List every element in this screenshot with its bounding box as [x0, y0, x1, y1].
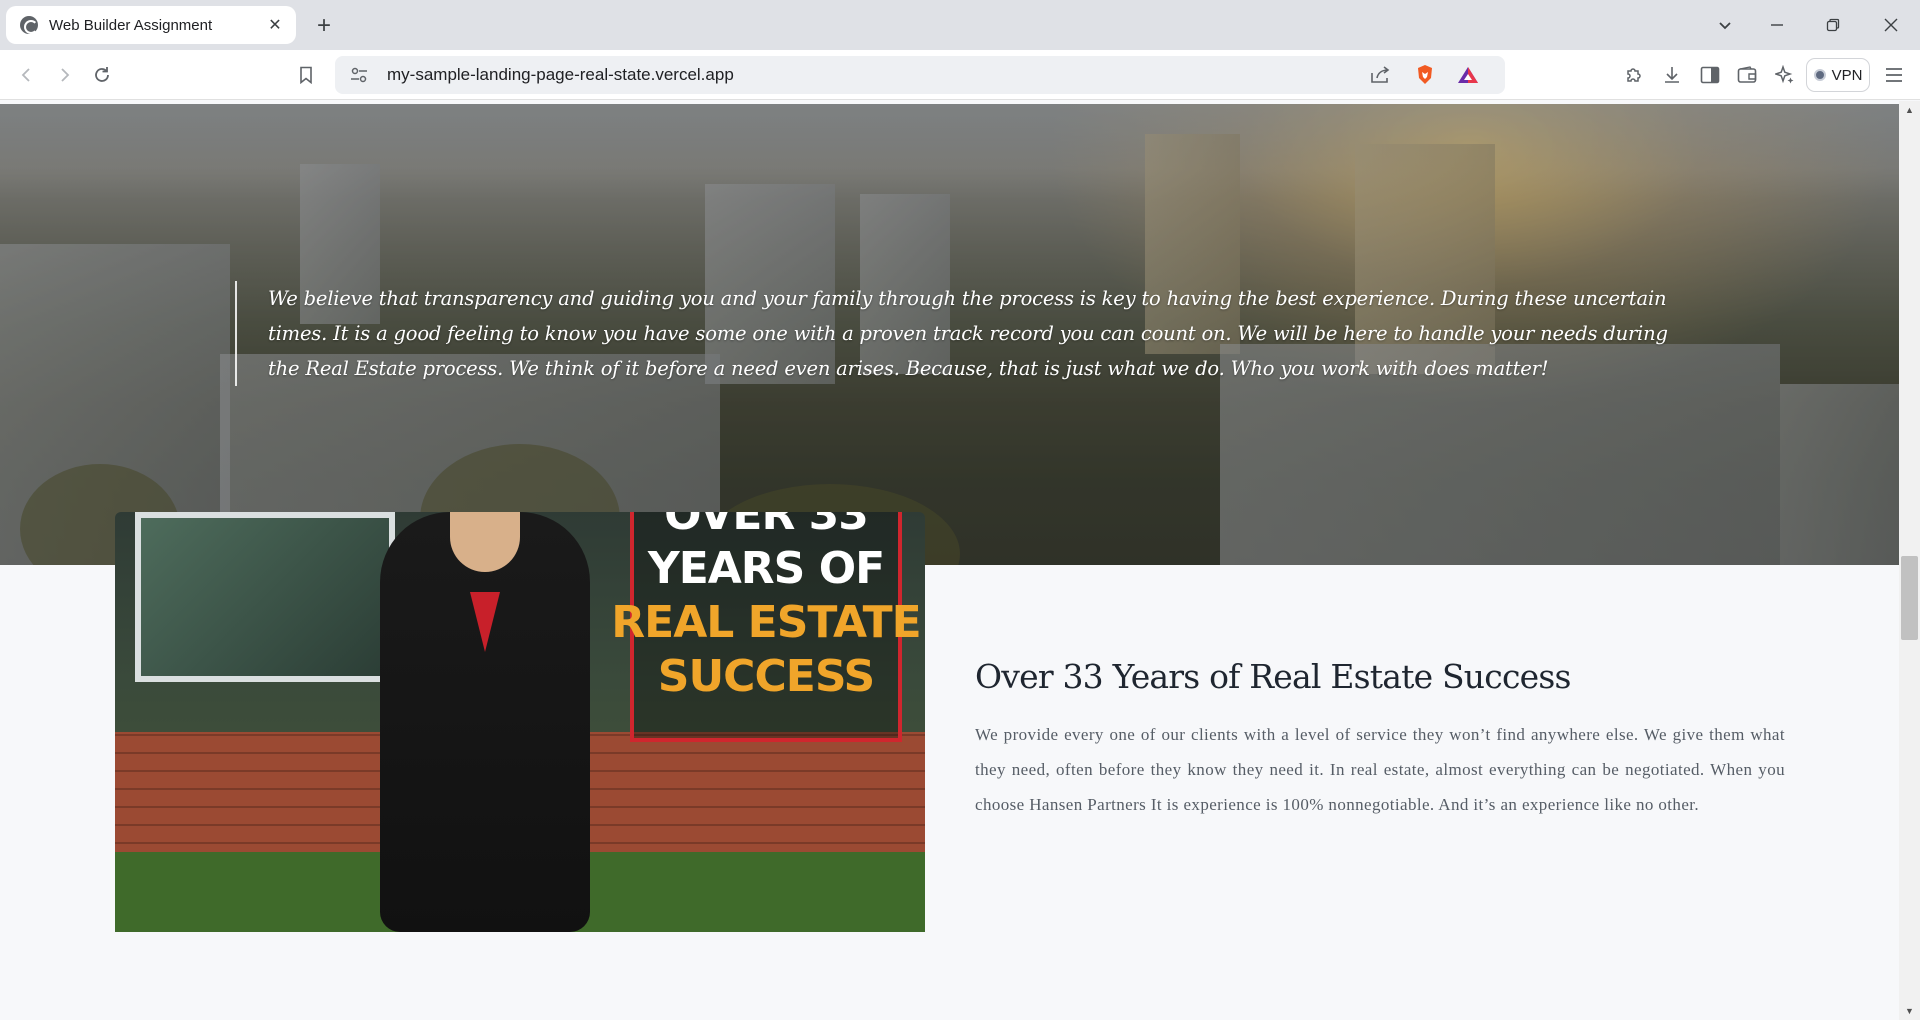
back-arrow-icon — [21, 68, 30, 82]
tab-strip: Web Builder Assignment ✕ + — [0, 0, 1920, 50]
sign-line-2: YEARS OF — [647, 543, 885, 594]
globe-icon — [20, 16, 38, 34]
sidebar-icon — [1700, 66, 1720, 84]
bookmark-icon — [300, 66, 312, 84]
scroll-up-icon[interactable]: ▲ — [1899, 101, 1920, 119]
tab-close-icon[interactable]: ✕ — [264, 14, 286, 36]
vpn-button[interactable]: VPN — [1806, 58, 1870, 92]
sign-line-3: REAL ESTATE — [611, 597, 921, 648]
close-window-button[interactable] — [1866, 0, 1916, 50]
download-icon — [1665, 67, 1679, 83]
site-settings-icon[interactable] — [349, 65, 369, 85]
sign-line-4: SUCCESS — [657, 651, 875, 702]
vpn-status-icon — [1813, 69, 1826, 81]
page-scrollbar[interactable]: ▲ ▼ — [1899, 101, 1920, 1020]
url-text[interactable]: my-sample-landing-page-real-state.vercel… — [387, 65, 1505, 85]
reload-button[interactable] — [88, 61, 116, 89]
hero-quote-text: We believe that transparency and guiding… — [268, 287, 1668, 380]
hero-blockquote: We believe that transparency and guiding… — [235, 281, 1675, 386]
years-sign: OVER 33 YEARS OF REAL ESTATE SUCCESS — [611, 512, 922, 742]
chevron-down-icon — [1719, 22, 1731, 30]
reload-icon — [95, 67, 109, 82]
close-icon — [1884, 18, 1898, 32]
page-viewport: We believe that transparency and guiding… — [0, 101, 1899, 1020]
agent-figure — [380, 512, 590, 932]
wallet-icon — [1737, 66, 1757, 83]
feature-heading: Over 33 Years of Real Estate Success — [975, 657, 1571, 696]
scrollbar-thumb[interactable] — [1901, 556, 1918, 640]
hamburger-icon — [1886, 68, 1902, 82]
downloads-button[interactable] — [1658, 61, 1686, 89]
tab-search-button[interactable] — [1700, 0, 1750, 50]
vpn-label: VPN — [1831, 66, 1863, 84]
browser-toolbar: my-sample-landing-page-real-state.vercel… — [0, 50, 1920, 100]
browser-tab[interactable]: Web Builder Assignment ✕ — [6, 6, 296, 44]
brave-rewards-icon[interactable] — [1453, 60, 1483, 90]
office-window — [135, 512, 395, 682]
sign-line-1: OVER 33 — [664, 512, 869, 540]
restore-button[interactable] — [1808, 0, 1858, 50]
share-icon[interactable] — [1365, 60, 1395, 90]
forward-button[interactable] — [50, 61, 78, 89]
address-bar[interactable]: my-sample-landing-page-real-state.vercel… — [335, 56, 1505, 94]
brave-shields-icon[interactable] — [1410, 60, 1440, 90]
feature-text: Over 33 Years of Real Estate Success We … — [975, 655, 1785, 822]
bookmark-button[interactable] — [292, 61, 320, 89]
menu-button[interactable] — [1880, 61, 1908, 89]
hero-quote-section: We believe that transparency and guiding… — [0, 104, 1899, 565]
puzzle-icon — [1627, 68, 1641, 82]
wallet-button[interactable] — [1733, 61, 1761, 89]
restore-icon — [1826, 18, 1840, 32]
sparkle-icon — [1775, 65, 1794, 84]
extensions-button[interactable] — [1620, 61, 1648, 89]
tab-title: Web Builder Assignment — [49, 16, 213, 34]
leo-ai-button[interactable] — [1771, 61, 1799, 89]
back-button[interactable] — [13, 61, 41, 89]
forward-arrow-icon — [61, 68, 70, 82]
feature-body: We provide every one of our clients with… — [975, 725, 1785, 814]
sidebar-button[interactable] — [1696, 61, 1724, 89]
agent-photo: OVER 33 YEARS OF REAL ESTATE SUCCESS — [115, 512, 925, 932]
scroll-down-icon[interactable]: ▼ — [1899, 1002, 1920, 1020]
new-tab-button[interactable]: + — [310, 12, 338, 40]
minimize-icon — [1771, 24, 1783, 26]
minimize-button[interactable] — [1752, 0, 1802, 50]
